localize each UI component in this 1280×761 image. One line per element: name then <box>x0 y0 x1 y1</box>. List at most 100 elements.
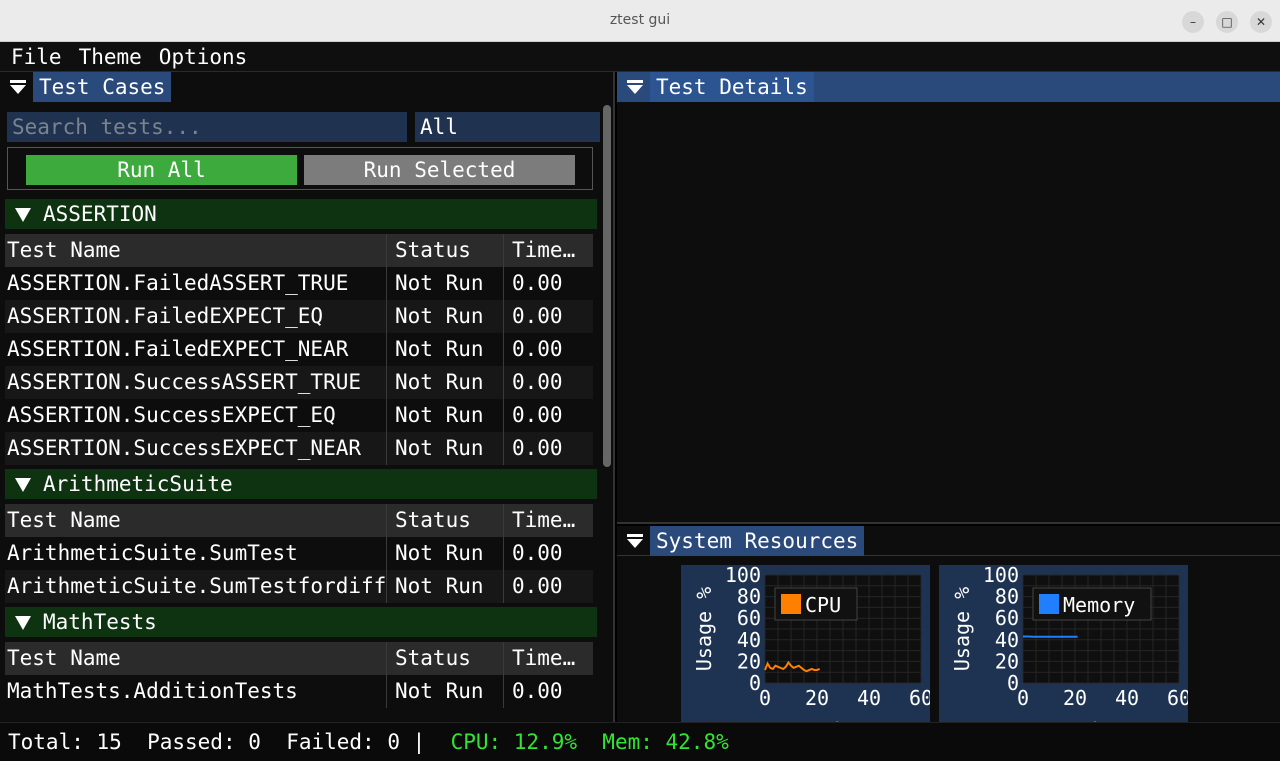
suite-header-arithmeticsuite[interactable]: ArithmeticSuite <box>5 469 597 499</box>
legend-label: CPU <box>805 593 841 617</box>
column-header-name[interactable]: Test Name <box>5 504 387 537</box>
panel-title[interactable]: Test Cases <box>33 72 172 102</box>
cpu-chart-svg: 1008060402000204060Usage %TimeCPU <box>692 563 933 742</box>
maximize-icon: □ <box>1221 15 1233 29</box>
column-header-status[interactable]: Status <box>387 234 504 267</box>
test-name: ASSERTION.FailedEXPECT_EQ <box>5 300 387 333</box>
suite-header-assertion[interactable]: ASSERTION <box>5 199 597 229</box>
x-tick-label: 0 <box>1017 686 1029 710</box>
legend-label: Memory <box>1063 593 1135 617</box>
test-details-panel: Test Details <box>617 72 1280 524</box>
x-tick-label: 40 <box>857 686 881 710</box>
status-passed: Passed: 0 <box>147 730 261 754</box>
system-resources-header: System Resources <box>617 526 865 556</box>
close-button[interactable]: ✕ <box>1250 11 1272 33</box>
column-header-name[interactable]: Test Name <box>5 642 387 675</box>
column-header-name[interactable]: Test Name <box>5 234 387 267</box>
y-tick-label: 80 <box>737 585 761 609</box>
suite-name: ASSERTION <box>43 202 157 226</box>
menu-options[interactable]: Options <box>159 45 248 69</box>
collapse-icon[interactable] <box>624 77 646 97</box>
test-table-assertion: Test Name Status Time… ASSERTION.FailedA… <box>5 234 593 465</box>
test-status: Not Run <box>387 333 504 366</box>
test-status: Not Run <box>387 570 504 603</box>
status-cpu: CPU: 12.9% <box>450 730 577 754</box>
y-axis-label: Usage % <box>692 587 716 671</box>
test-time: 0.00 <box>512 271 563 295</box>
test-time: 0.00 <box>512 304 563 328</box>
table-row[interactable]: ASSERTION.SuccessASSERT_TRUE Not Run 0.00 <box>5 366 593 399</box>
window-title: ztest gui <box>609 12 671 28</box>
legend-swatch <box>781 594 801 614</box>
table-row[interactable]: MathTests.AdditionTests Not Run 0.00 <box>5 675 593 708</box>
table-header: Test Name Status Time… <box>5 234 593 267</box>
table-row[interactable]: ArithmeticSuite.SumTestfordifferentNot R… <box>5 570 593 603</box>
test-time: 0.00 <box>512 337 563 361</box>
test-name: ASSERTION.FailedASSERT_TRUE <box>5 267 387 300</box>
column-header-time[interactable]: Time… <box>504 642 593 675</box>
run-buttons-group: Run All Run Selected <box>7 147 593 190</box>
table-row[interactable]: ASSERTION.FailedEXPECT_NEAR Not Run 0.00 <box>5 333 593 366</box>
test-status: Not Run <box>387 366 504 399</box>
test-time: 0.00 <box>512 679 563 703</box>
minimize-button[interactable]: – <box>1182 11 1204 33</box>
test-status: Not Run <box>387 675 504 708</box>
table-row[interactable]: ASSERTION.FailedEXPECT_EQ Not Run 0.00 <box>5 300 593 333</box>
expand-arrow-icon <box>15 616 31 630</box>
status-filter-select[interactable]: All <box>415 112 600 142</box>
column-header-time[interactable]: Time… <box>504 504 593 537</box>
system-resources-panel: System Resources 100 80 60 40 20 0 0 20 40 60 Usag… <box>617 526 1280 742</box>
legend-swatch <box>1039 594 1059 614</box>
x-tick-label: 20 <box>1063 686 1087 710</box>
column-header-status[interactable]: Status <box>387 642 504 675</box>
y-axis-label: Usage % <box>950 587 974 671</box>
column-header-status[interactable]: Status <box>387 504 504 537</box>
table-row[interactable]: ASSERTION.FailedASSERT_TRUE Not Run 0.00 <box>5 267 593 300</box>
suite-header-mathtests[interactable]: MathTests <box>5 607 597 637</box>
test-cases-header: Test Cases <box>0 72 172 102</box>
test-time: 0.00 <box>512 436 563 460</box>
test-status: Not Run <box>387 300 504 333</box>
test-status: Not Run <box>387 267 504 300</box>
test-status: Not Run <box>387 537 504 570</box>
panel-title[interactable]: Test Details <box>650 72 814 102</box>
table-row[interactable]: ArithmeticSuite.SumTest Not Run 0.00 <box>5 537 593 570</box>
menu-file[interactable]: File <box>11 45 62 69</box>
menu-theme[interactable]: Theme <box>79 45 142 69</box>
y-tick-label: 40 <box>737 628 761 652</box>
test-name: ArithmeticSuite.SumTest <box>5 537 387 570</box>
test-time: 0.00 <box>512 574 563 598</box>
y-tick-label: 80 <box>995 585 1019 609</box>
menubar: File Theme Options <box>0 42 1280 72</box>
table-row[interactable]: ASSERTION.SuccessEXPECT_EQ Not Run 0.00 <box>5 399 593 432</box>
maximize-button[interactable]: □ <box>1216 11 1238 33</box>
search-input[interactable]: Search tests... <box>7 112 407 142</box>
run-all-button[interactable]: Run All <box>26 155 297 185</box>
collapse-icon[interactable] <box>624 531 646 551</box>
test-cases-panel: Test Cases Search tests... All Run All R… <box>0 72 615 722</box>
panel-title[interactable]: System Resources <box>650 526 865 556</box>
test-time: 0.00 <box>512 370 563 394</box>
status-mem: Mem: 42.8% <box>602 730 729 754</box>
x-tick-label: 40 <box>1115 686 1139 710</box>
table-row[interactable]: ASSERTION.SuccessEXPECT_NEAR Not Run 0.00 <box>5 432 593 465</box>
test-name: ASSERTION.SuccessEXPECT_EQ <box>5 399 387 432</box>
test-name: ASSERTION.FailedEXPECT_NEAR <box>5 333 387 366</box>
status-failed: Failed: 0 | <box>286 730 426 754</box>
run-selected-button[interactable]: Run Selected <box>304 155 575 185</box>
cpu-plot[interactable]: 1008060402000204060Usage %TimeCPU <box>681 563 933 742</box>
test-name: ArithmeticSuite.SumTestfordifferent <box>5 570 387 603</box>
memory-plot[interactable]: 1008060402000204060Usage %TimeMemory <box>939 563 1191 742</box>
test-time: 0.00 <box>512 403 563 427</box>
column-header-time[interactable]: Time… <box>504 234 593 267</box>
table-header: Test Name Status Time… <box>5 504 593 537</box>
y-tick-label: 60 <box>995 606 1019 630</box>
status-total: Total: 15 <box>8 730 122 754</box>
memory-chart-svg: 1008060402000204060Usage %TimeMemory <box>950 563 1191 742</box>
scrollbar[interactable] <box>603 105 611 467</box>
test-name: MathTests.AdditionTests <box>5 675 387 708</box>
collapse-icon[interactable] <box>7 77 29 97</box>
y-tick-label: 40 <box>995 628 1019 652</box>
test-name: ASSERTION.SuccessEXPECT_NEAR <box>5 432 387 465</box>
x-tick-label: 60 <box>1167 686 1188 710</box>
